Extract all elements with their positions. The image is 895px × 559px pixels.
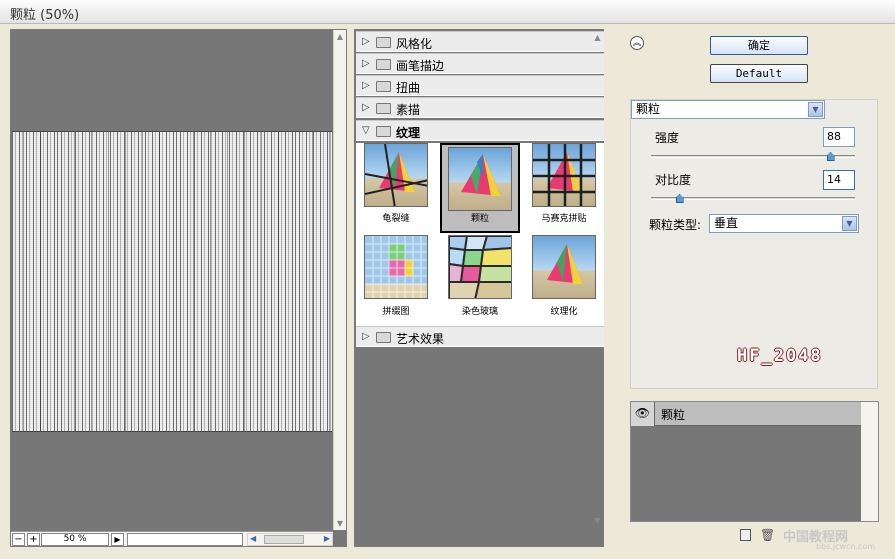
eye-icon[interactable]: 👁 <box>631 402 655 426</box>
scroll-up-icon[interactable]: ▲ <box>334 32 346 41</box>
preview-image[interactable] <box>12 131 332 432</box>
category-label: 风格化 <box>396 37 433 51</box>
collapse-gallery-icon[interactable]: ︽ <box>630 36 644 50</box>
scroll-right-icon[interactable]: ▶ <box>324 534 330 543</box>
intensity-slider[interactable] <box>651 155 855 158</box>
chevron-down-icon[interactable]: ▼ <box>842 216 857 231</box>
folder-icon <box>376 332 391 343</box>
thumb-patchwork[interactable] <box>364 235 428 299</box>
chevron-down-icon[interactable]: ▼ <box>808 102 823 117</box>
ok-button[interactable]: 确定 <box>710 36 808 55</box>
hscroll-thumb[interactable] <box>264 535 304 544</box>
thumb-label-stained-glass: 染色玻璃 <box>461 307 498 317</box>
thumb-mosaic-tiles[interactable] <box>532 143 596 207</box>
filter-settings: 颗粒 ▼ 强度 88 对比度 14 颗粒类型: 垂直 ▼ HF_2048 <box>630 99 878 389</box>
grain-type-select[interactable]: 垂直 ▼ <box>709 214 859 233</box>
sailboat-icon <box>365 144 427 206</box>
new-layer-icon[interactable] <box>740 529 751 541</box>
grain-type-label: 颗粒类型: <box>649 218 702 232</box>
thumb-label-patchwork: 拼缀图 <box>382 307 410 317</box>
contrast-slider-thumb[interactable] <box>675 194 684 203</box>
sailboat-icon <box>547 244 583 284</box>
texture-thumbnails: 龟裂缝 颗粒 马赛克拼贴 拼缀图 染色玻璃 纹理化 <box>356 143 604 327</box>
settings-panel: ︽ 确定 Default 颗粒 ▼ 强度 88 对比度 14 颗粒类型: 垂直 … <box>612 29 885 547</box>
sailboat-icon <box>533 144 595 206</box>
thumb-label-craquelure: 龟裂缝 <box>382 214 410 224</box>
filter-scroll-down[interactable]: ▼ <box>591 516 604 525</box>
title-bar: 颗粒 (50%) <box>0 0 895 24</box>
category-distort[interactable]: ▷ 扭曲 <box>356 75 604 96</box>
thumb-stained-glass[interactable] <box>448 235 512 299</box>
category-stylize[interactable]: ▷ 风格化 <box>356 31 604 52</box>
patchwork-icon <box>365 236 427 298</box>
folder-icon <box>376 59 391 70</box>
category-label: 素描 <box>396 103 421 117</box>
category-artistic[interactable]: ▷ 艺术效果 <box>356 326 604 347</box>
site-url: bbs.jcwcn.com <box>816 542 876 551</box>
scroll-down-icon[interactable]: ▼ <box>591 516 604 525</box>
effect-layer-row[interactable]: 👁 颗粒 <box>631 402 861 426</box>
category-texture[interactable]: ▽ 纹理 <box>356 120 604 141</box>
scroll-left-icon[interactable]: ◀ <box>250 534 256 543</box>
zoom-level[interactable]: 50 % <box>41 533 109 546</box>
expand-icon[interactable]: ▷ <box>362 331 370 342</box>
intensity-input[interactable]: 88 <box>823 127 855 147</box>
preview-status-bar: − + 50 % ▶ ◀ ▶ <box>11 531 333 546</box>
folder-open-icon <box>376 126 391 137</box>
folder-icon <box>376 103 391 114</box>
folder-icon <box>376 37 391 48</box>
zoom-in-button[interactable]: + <box>27 533 40 546</box>
default-button[interactable]: Default <box>710 64 808 83</box>
thumb-label-grain: 颗粒 <box>470 214 489 224</box>
preview-hscrollbar[interactable]: ◀ ▶ <box>247 533 333 546</box>
watermark-logo: HF_2048 <box>737 346 823 366</box>
intensity-label: 强度 <box>655 131 680 145</box>
layers-vscrollbar[interactable] <box>861 402 878 521</box>
filter-select[interactable]: 颗粒 ▼ <box>631 100 825 119</box>
preview-pane[interactable]: ▲ ▼ <box>10 29 347 547</box>
collapse-icon[interactable]: ▽ <box>362 125 370 136</box>
expand-icon[interactable]: ▷ <box>362 58 370 69</box>
trash-icon[interactable]: 🗑 <box>760 528 775 542</box>
category-label: 扭曲 <box>396 81 421 95</box>
zoom-out-button[interactable]: − <box>12 533 25 546</box>
category-label: 画笔描边 <box>396 59 445 73</box>
filter-vscrollbar[interactable]: ▲ <box>591 30 604 326</box>
status-field <box>127 533 243 546</box>
expand-icon[interactable]: ▷ <box>362 80 370 91</box>
contrast-input[interactable]: 14 <box>823 170 855 190</box>
filter-gallery: ▷ 风格化 ▷ 画笔描边 ▷ 扭曲 ▷ 素描 ▽ 纹理 龟裂缝 颗粒 马赛克拼贴 <box>354 29 604 547</box>
preview-vscrollbar[interactable]: ▲ ▼ <box>333 30 346 530</box>
thumb-craquelure[interactable] <box>364 143 428 207</box>
zoom-menu-icon[interactable]: ▶ <box>111 533 124 546</box>
category-brush-strokes[interactable]: ▷ 画笔描边 <box>356 53 604 74</box>
scroll-up-icon[interactable]: ▲ <box>591 33 604 42</box>
window-title: 颗粒 (50%) <box>10 8 80 23</box>
expand-icon[interactable]: ▷ <box>362 102 370 113</box>
stained-glass-icon <box>449 236 511 298</box>
expand-icon[interactable]: ▷ <box>362 36 370 47</box>
effect-layer-name: 颗粒 <box>661 408 686 422</box>
sailboat-icon <box>461 154 501 196</box>
contrast-label: 对比度 <box>655 173 692 187</box>
scroll-down-icon[interactable]: ▼ <box>334 519 346 528</box>
grain-type-value: 垂直 <box>714 216 739 230</box>
category-label: 纹理 <box>396 126 421 140</box>
category-label: 艺术效果 <box>396 332 445 346</box>
effect-layers: 👁 颗粒 <box>630 401 879 522</box>
thumb-texturizer[interactable] <box>532 235 596 299</box>
intensity-slider-thumb[interactable] <box>826 152 835 161</box>
folder-icon <box>376 81 391 92</box>
category-sketch[interactable]: ▷ 素描 <box>356 97 604 118</box>
filter-select-value: 颗粒 <box>636 102 661 116</box>
thumb-grain[interactable] <box>448 147 512 211</box>
